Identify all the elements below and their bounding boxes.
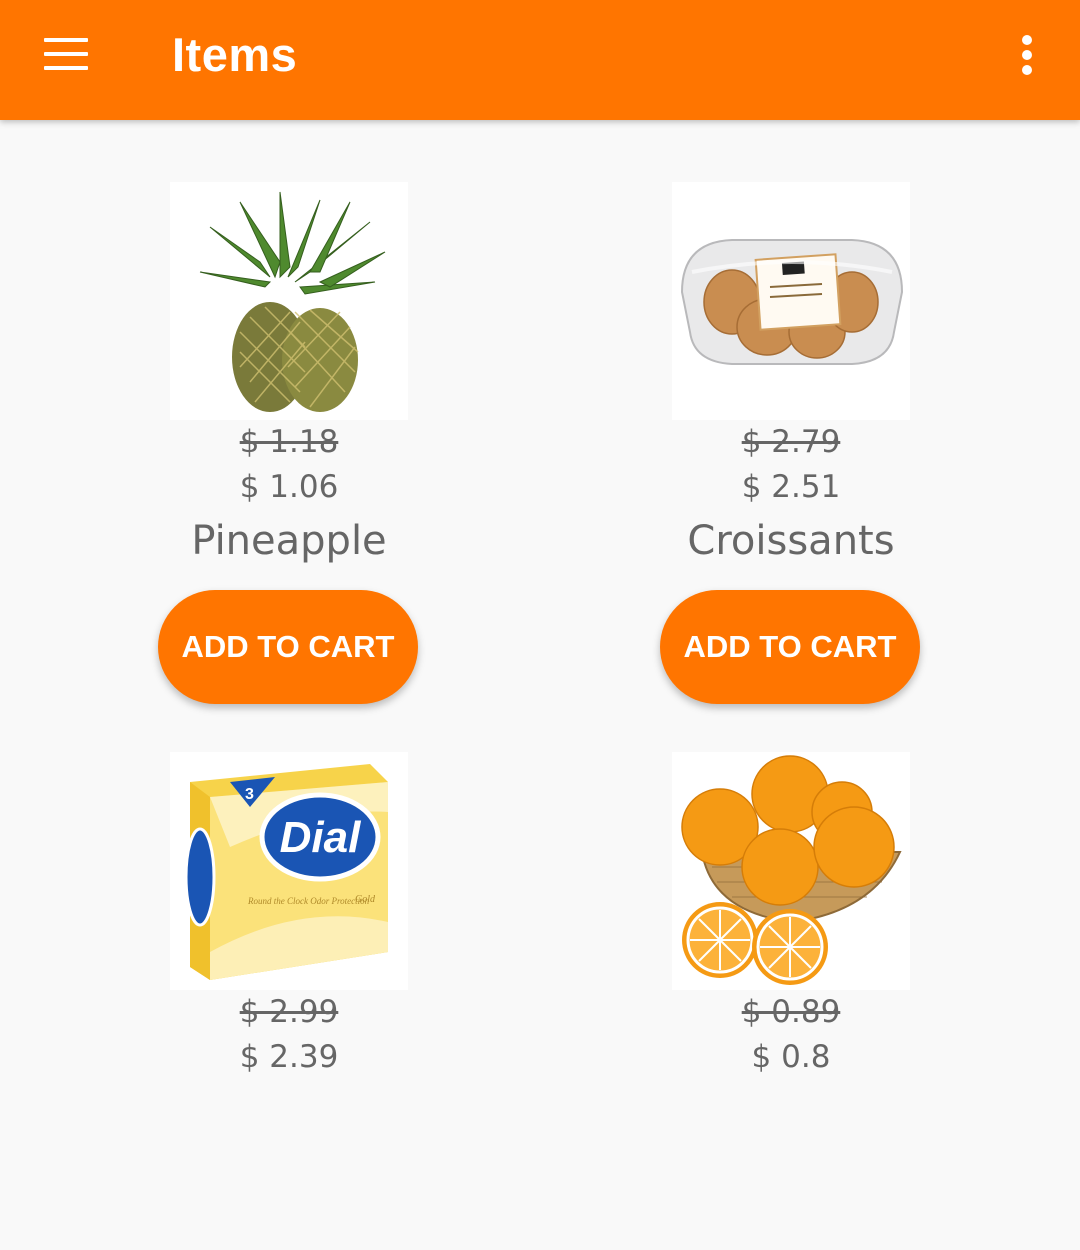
dial-variant: Gold — [355, 894, 376, 905]
hamburger-menu-icon[interactable] — [30, 26, 102, 82]
sale-price: $ 1.06 — [239, 469, 339, 505]
menu-bar-1 — [44, 38, 88, 42]
product-image-croissants[interactable] — [672, 182, 910, 420]
dial-count-text: 3 — [245, 786, 254, 803]
sale-price: $ 0.8 — [751, 1039, 831, 1075]
overflow-dot-2 — [1022, 50, 1032, 60]
app-bar: Items — [0, 0, 1080, 120]
items-grid: $ 1.18 $ 1.06 Pineapple ADD TO CART $ 2.… — [0, 120, 1080, 1080]
menu-bar-2 — [44, 52, 88, 56]
dial-brand-text: Dial — [280, 813, 361, 862]
product-card: $ 1.18 $ 1.06 Pineapple ADD TO CART — [90, 120, 510, 704]
sale-price: $ 2.51 — [741, 469, 841, 505]
product-card: Dial 3 Round the Clock Odor Protection G… — [90, 690, 510, 1250]
dial-tagline: Round the Clock Odor Protection — [247, 896, 370, 906]
product-image-oranges[interactable] — [672, 752, 910, 990]
original-price: $ 2.79 — [741, 424, 841, 460]
original-price: $ 0.89 — [741, 994, 841, 1030]
product-card: $ 2.79 $ 2.51 Croissants ADD TO CART — [592, 120, 1012, 704]
add-to-cart-button[interactable]: ADD TO CART — [660, 590, 920, 704]
product-name: Croissants — [687, 518, 895, 564]
page-title: Items — [172, 28, 298, 81]
original-price: $ 1.18 — [239, 424, 339, 460]
original-price: $ 2.99 — [239, 994, 339, 1030]
product-image-dial-soap[interactable]: Dial 3 Round the Clock Odor Protection G… — [170, 752, 408, 990]
product-name: Pineapple — [191, 518, 387, 564]
product-image-pineapple[interactable] — [170, 182, 408, 420]
overflow-dot-3 — [1022, 65, 1032, 75]
menu-bar-3 — [44, 66, 88, 70]
overflow-dot-1 — [1022, 35, 1032, 45]
add-to-cart-button[interactable]: ADD TO CART — [158, 590, 418, 704]
more-vertical-icon[interactable] — [1002, 26, 1054, 82]
sale-price: $ 2.39 — [239, 1039, 339, 1075]
product-card: $ 0.89 $ 0.8 — [592, 690, 1012, 1250]
